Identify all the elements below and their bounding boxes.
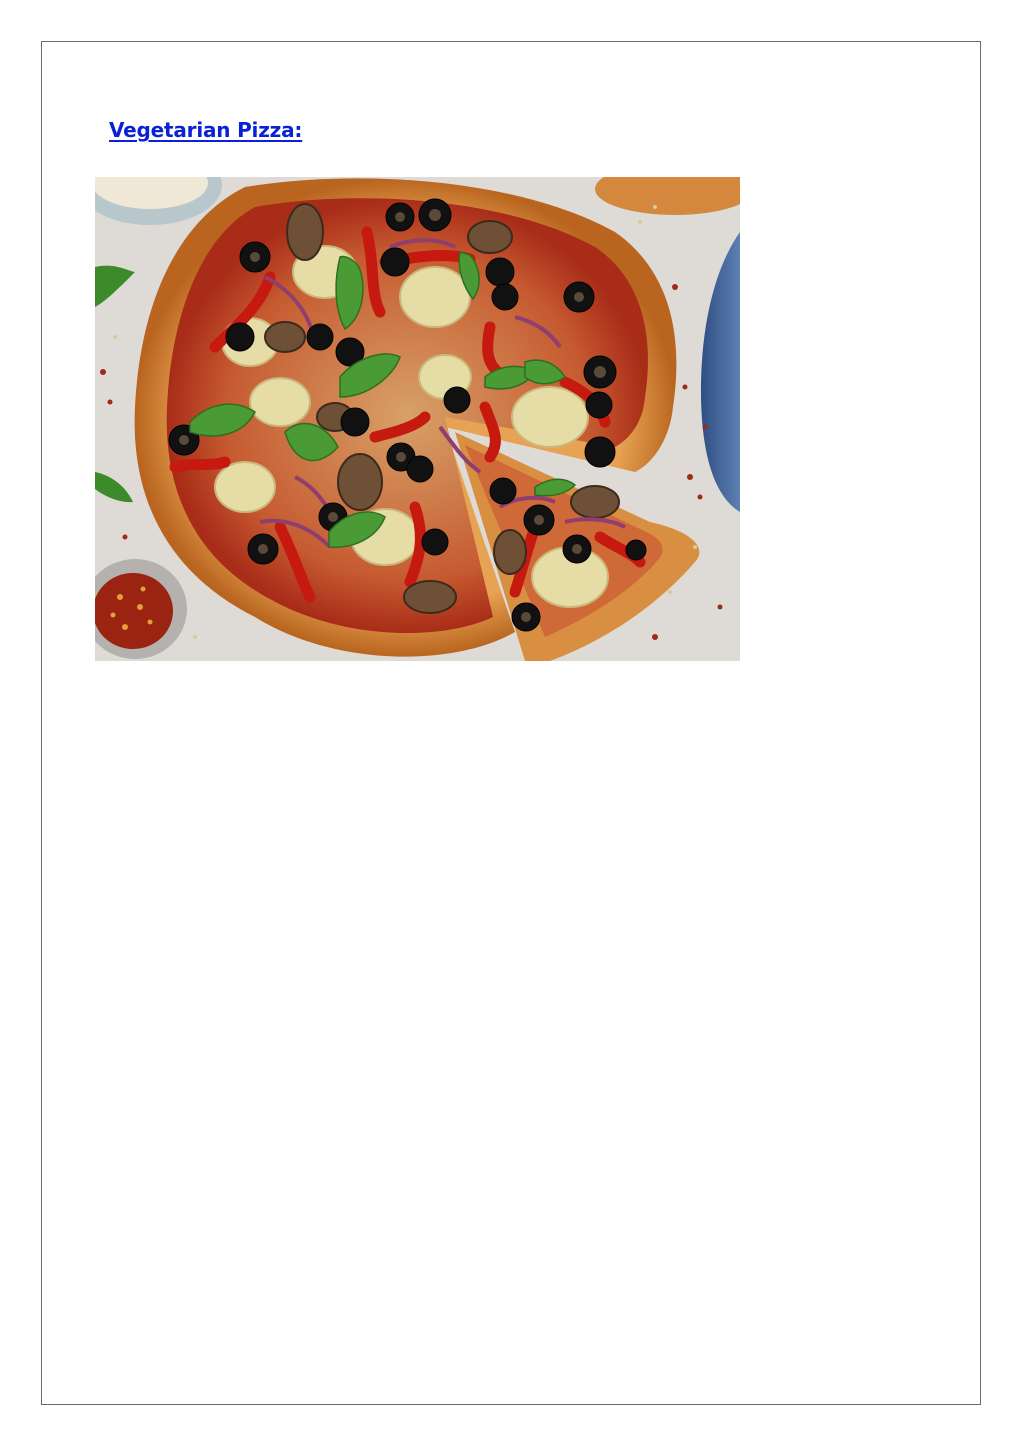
pizza-illustration — [95, 177, 740, 661]
chili-flakes — [95, 573, 173, 649]
vegetarian-pizza-photo — [95, 177, 740, 661]
vegetarian-pizza-heading-link[interactable]: Vegetarian Pizza: — [109, 118, 302, 142]
